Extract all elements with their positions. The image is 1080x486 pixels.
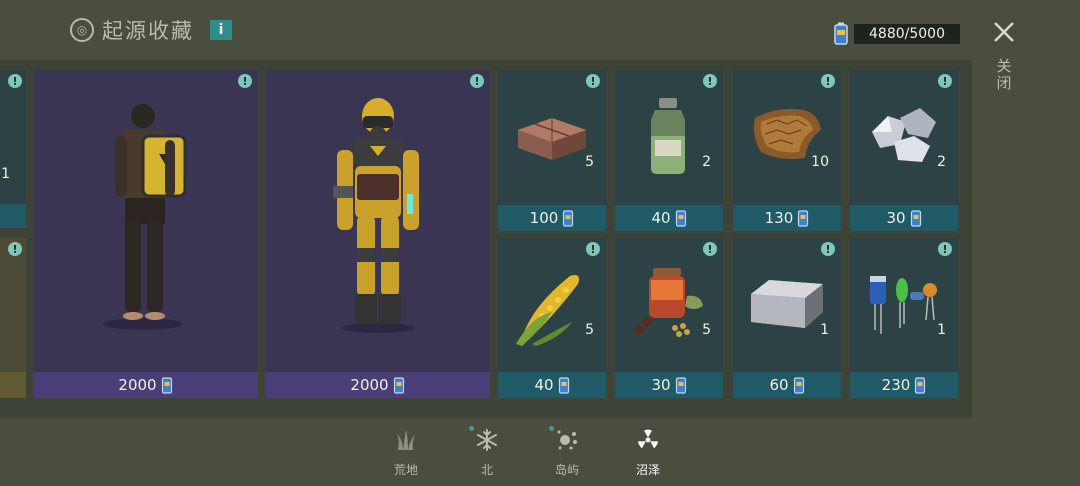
alert-icon: !: [470, 74, 484, 88]
alert-icon: !: [8, 74, 22, 88]
item-quantity: 2: [937, 154, 946, 170]
price-value: 30: [886, 209, 906, 227]
origin-logo-icon: ◎: [70, 18, 94, 42]
hazmat-suit-character-icon: [333, 98, 419, 333]
price-value: 40: [534, 376, 554, 394]
price-bar: 2000: [265, 372, 490, 398]
tab-island[interactable]: 岛屿: [537, 424, 597, 480]
notification-dot: [469, 426, 474, 431]
price-bar: 30: [615, 372, 723, 398]
tab-wasteland[interactable]: 荒地: [376, 424, 436, 480]
price-bar: [0, 204, 26, 228]
notification-dot: [549, 426, 554, 431]
bricks-icon: [518, 118, 586, 160]
outfit-card-hazmat[interactable]: ! 2000: [265, 70, 490, 398]
tab-north[interactable]: 北: [457, 424, 517, 480]
battery-coin-icon: [915, 377, 926, 394]
item-card-corn[interactable]: ! 5 40: [498, 238, 606, 398]
alert-icon: !: [821, 74, 835, 88]
battery-coin-icon: [558, 377, 569, 394]
alert-icon: !: [703, 74, 717, 88]
electronic-components-icon: [870, 276, 937, 334]
item-quantity: 5: [585, 322, 594, 338]
price-value: 2000: [350, 376, 389, 394]
alert-icon: !: [938, 74, 952, 88]
alert-icon: !: [821, 242, 835, 256]
alert-icon: !: [238, 74, 252, 88]
tab-label: 岛屿: [554, 463, 579, 477]
price-bar: 60: [733, 372, 841, 398]
metal-chunks-icon: [872, 108, 936, 162]
price-bar: 2000: [33, 372, 258, 398]
item-card-spices[interactable]: ! 5 30: [615, 238, 723, 398]
item-card-electronic-components[interactable]: ! 1 230: [850, 238, 958, 398]
price-value: 100: [529, 209, 559, 227]
price-value: 130: [764, 209, 794, 227]
price-bar: 30: [850, 205, 958, 231]
price-value: 40: [651, 209, 671, 227]
battery-coin-icon: [910, 210, 921, 227]
battery-coin-icon: [834, 22, 848, 45]
corn-icon: [516, 275, 579, 346]
item-card-iron-ingot[interactable]: ! 1 60: [733, 238, 841, 398]
battery-coin-icon: [563, 210, 574, 227]
price-value: 60: [769, 376, 789, 394]
battery-coin-icon: [393, 377, 404, 394]
partial-item-card[interactable]: !: [0, 238, 26, 398]
battery-coin-icon: [675, 377, 686, 394]
battery-coin-icon: [793, 377, 804, 394]
item-card-leather[interactable]: ! 10 130: [733, 70, 841, 231]
page-header: ◎ 起源收藏 i: [70, 14, 232, 46]
item-quantity: 1: [820, 322, 829, 338]
backpack-character-icon: [103, 104, 187, 330]
price-bar: 230: [850, 372, 958, 398]
info-button[interactable]: i: [210, 20, 232, 40]
tab-swamp[interactable]: 沼泽: [618, 424, 678, 480]
chemical-jar-icon: [651, 98, 685, 174]
currency-counter: 4880/5000: [832, 22, 960, 46]
close-icon[interactable]: [990, 18, 1018, 46]
battery-coin-icon: [798, 210, 809, 227]
item-card-chemical-jar[interactable]: ! 2 40: [615, 70, 723, 231]
tab-label: 沼泽: [635, 463, 660, 477]
item-card-bricks[interactable]: ! 5 100: [498, 70, 606, 231]
price-value: 2000: [118, 376, 157, 394]
price-bar: 40: [498, 372, 606, 398]
grass-icon: [397, 430, 415, 450]
tab-label: 北: [480, 463, 493, 477]
item-quantity: 5: [702, 322, 711, 338]
iron-ingot-icon: [751, 280, 823, 328]
alert-icon: !: [586, 242, 600, 256]
outfit-card-backpack[interactable]: ! 2000: [33, 70, 258, 398]
price-value: 230: [881, 376, 911, 394]
snowflake-icon: [477, 429, 497, 451]
item-quantity: 10: [811, 154, 829, 170]
price-value: 30: [651, 376, 671, 394]
island-icon: [557, 430, 577, 450]
alert-icon: !: [8, 242, 22, 256]
item-quantity: 2: [702, 154, 711, 170]
price-bar: [0, 372, 26, 398]
battery-coin-icon: [161, 377, 172, 394]
alert-icon: !: [703, 242, 717, 256]
close-label[interactable]: 关闭: [994, 58, 1014, 92]
item-quantity: 1: [1, 166, 10, 182]
tab-label: 荒地: [393, 463, 418, 477]
battery-coin-icon: [675, 210, 686, 227]
price-bar: 130: [733, 205, 841, 231]
alert-icon: !: [586, 74, 600, 88]
item-quantity: 5: [585, 154, 594, 170]
currency-value: 4880/5000: [854, 24, 960, 44]
partial-item-card[interactable]: ! 1: [0, 70, 26, 228]
radiation-icon: [638, 429, 658, 449]
page-title: 起源收藏: [102, 19, 194, 43]
spices-icon: [633, 268, 703, 337]
item-quantity: 1: [937, 322, 946, 338]
item-card-metal-chunks[interactable]: ! 2 30: [850, 70, 958, 231]
collection-panel: ! 1 ! ! 2000 ! 2000 ! 5 100 ! 2 40 ! 10 …: [0, 60, 972, 418]
price-bar: 100: [498, 205, 606, 231]
alert-icon: !: [938, 242, 952, 256]
price-bar: 40: [615, 205, 723, 231]
